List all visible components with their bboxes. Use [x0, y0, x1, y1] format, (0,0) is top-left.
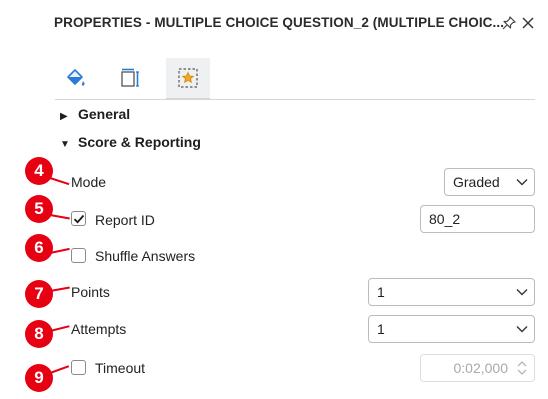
- section-general-label: General: [78, 106, 131, 122]
- checkmark-icon: [73, 214, 85, 224]
- callout-marker-8: 8: [25, 320, 53, 348]
- timeout-input[interactable]: 0:02,000: [420, 354, 535, 382]
- points-select-value: 1: [377, 284, 385, 300]
- chevron-right-icon: ▶: [60, 111, 68, 122]
- attempts-label: Attempts: [71, 321, 127, 337]
- size-position-tab[interactable]: [118, 64, 144, 92]
- close-icon[interactable]: [521, 16, 535, 30]
- callout-marker-4: 4: [25, 157, 53, 185]
- report-id-label: Report ID: [95, 212, 155, 228]
- paint-bucket-icon: [67, 69, 85, 86]
- callout-marker-7: 7: [25, 280, 53, 308]
- attempts-select[interactable]: 1: [368, 315, 535, 343]
- report-id-checkbox[interactable]: [71, 211, 86, 226]
- timeout-value: 0:02,000: [453, 360, 509, 376]
- pin-icon[interactable]: [502, 16, 516, 30]
- panel-title: PROPERTIES - MULTIPLE CHOICE QUESTION_2 …: [54, 15, 505, 30]
- chevron-down-icon: [516, 289, 528, 296]
- attempts-select-value: 1: [377, 321, 385, 337]
- star-frame-icon: [178, 68, 198, 88]
- points-label: Points: [71, 284, 110, 300]
- tabs-divider: [55, 99, 535, 100]
- mode-select-value: Graded: [453, 174, 500, 190]
- points-select[interactable]: 1: [368, 278, 535, 306]
- callout-marker-5: 5: [25, 195, 53, 223]
- marker-pointer: [49, 365, 70, 374]
- chevron-down-icon: ▼: [60, 139, 70, 150]
- report-id-input[interactable]: 80_2: [420, 205, 535, 233]
- marker-pointer: [49, 177, 70, 186]
- resize-icon: [121, 68, 139, 87]
- chevron-down-icon: [516, 326, 528, 333]
- chevron-down-icon: [516, 179, 528, 186]
- section-score-reporting-label: Score & Reporting: [78, 134, 201, 150]
- mode-label: Mode: [71, 174, 107, 190]
- section-score-reporting[interactable]: ▼ Score & Reporting: [60, 134, 201, 150]
- shuffle-answers-label: Shuffle Answers: [95, 248, 196, 264]
- shuffle-answers-checkbox[interactable]: [71, 248, 86, 263]
- timeout-checkbox[interactable]: [71, 360, 86, 375]
- spinner-arrows-icon[interactable]: [516, 359, 528, 377]
- interaction-tab[interactable]: [175, 64, 201, 92]
- fill-style-tab[interactable]: [62, 64, 88, 92]
- section-general[interactable]: ▶ General: [60, 106, 130, 122]
- callout-marker-6: 6: [25, 234, 53, 262]
- timeout-label: Timeout: [95, 360, 146, 376]
- mode-select[interactable]: Graded: [444, 168, 535, 196]
- marker-pointer: [49, 214, 70, 220]
- callout-marker-9: 9: [25, 364, 53, 392]
